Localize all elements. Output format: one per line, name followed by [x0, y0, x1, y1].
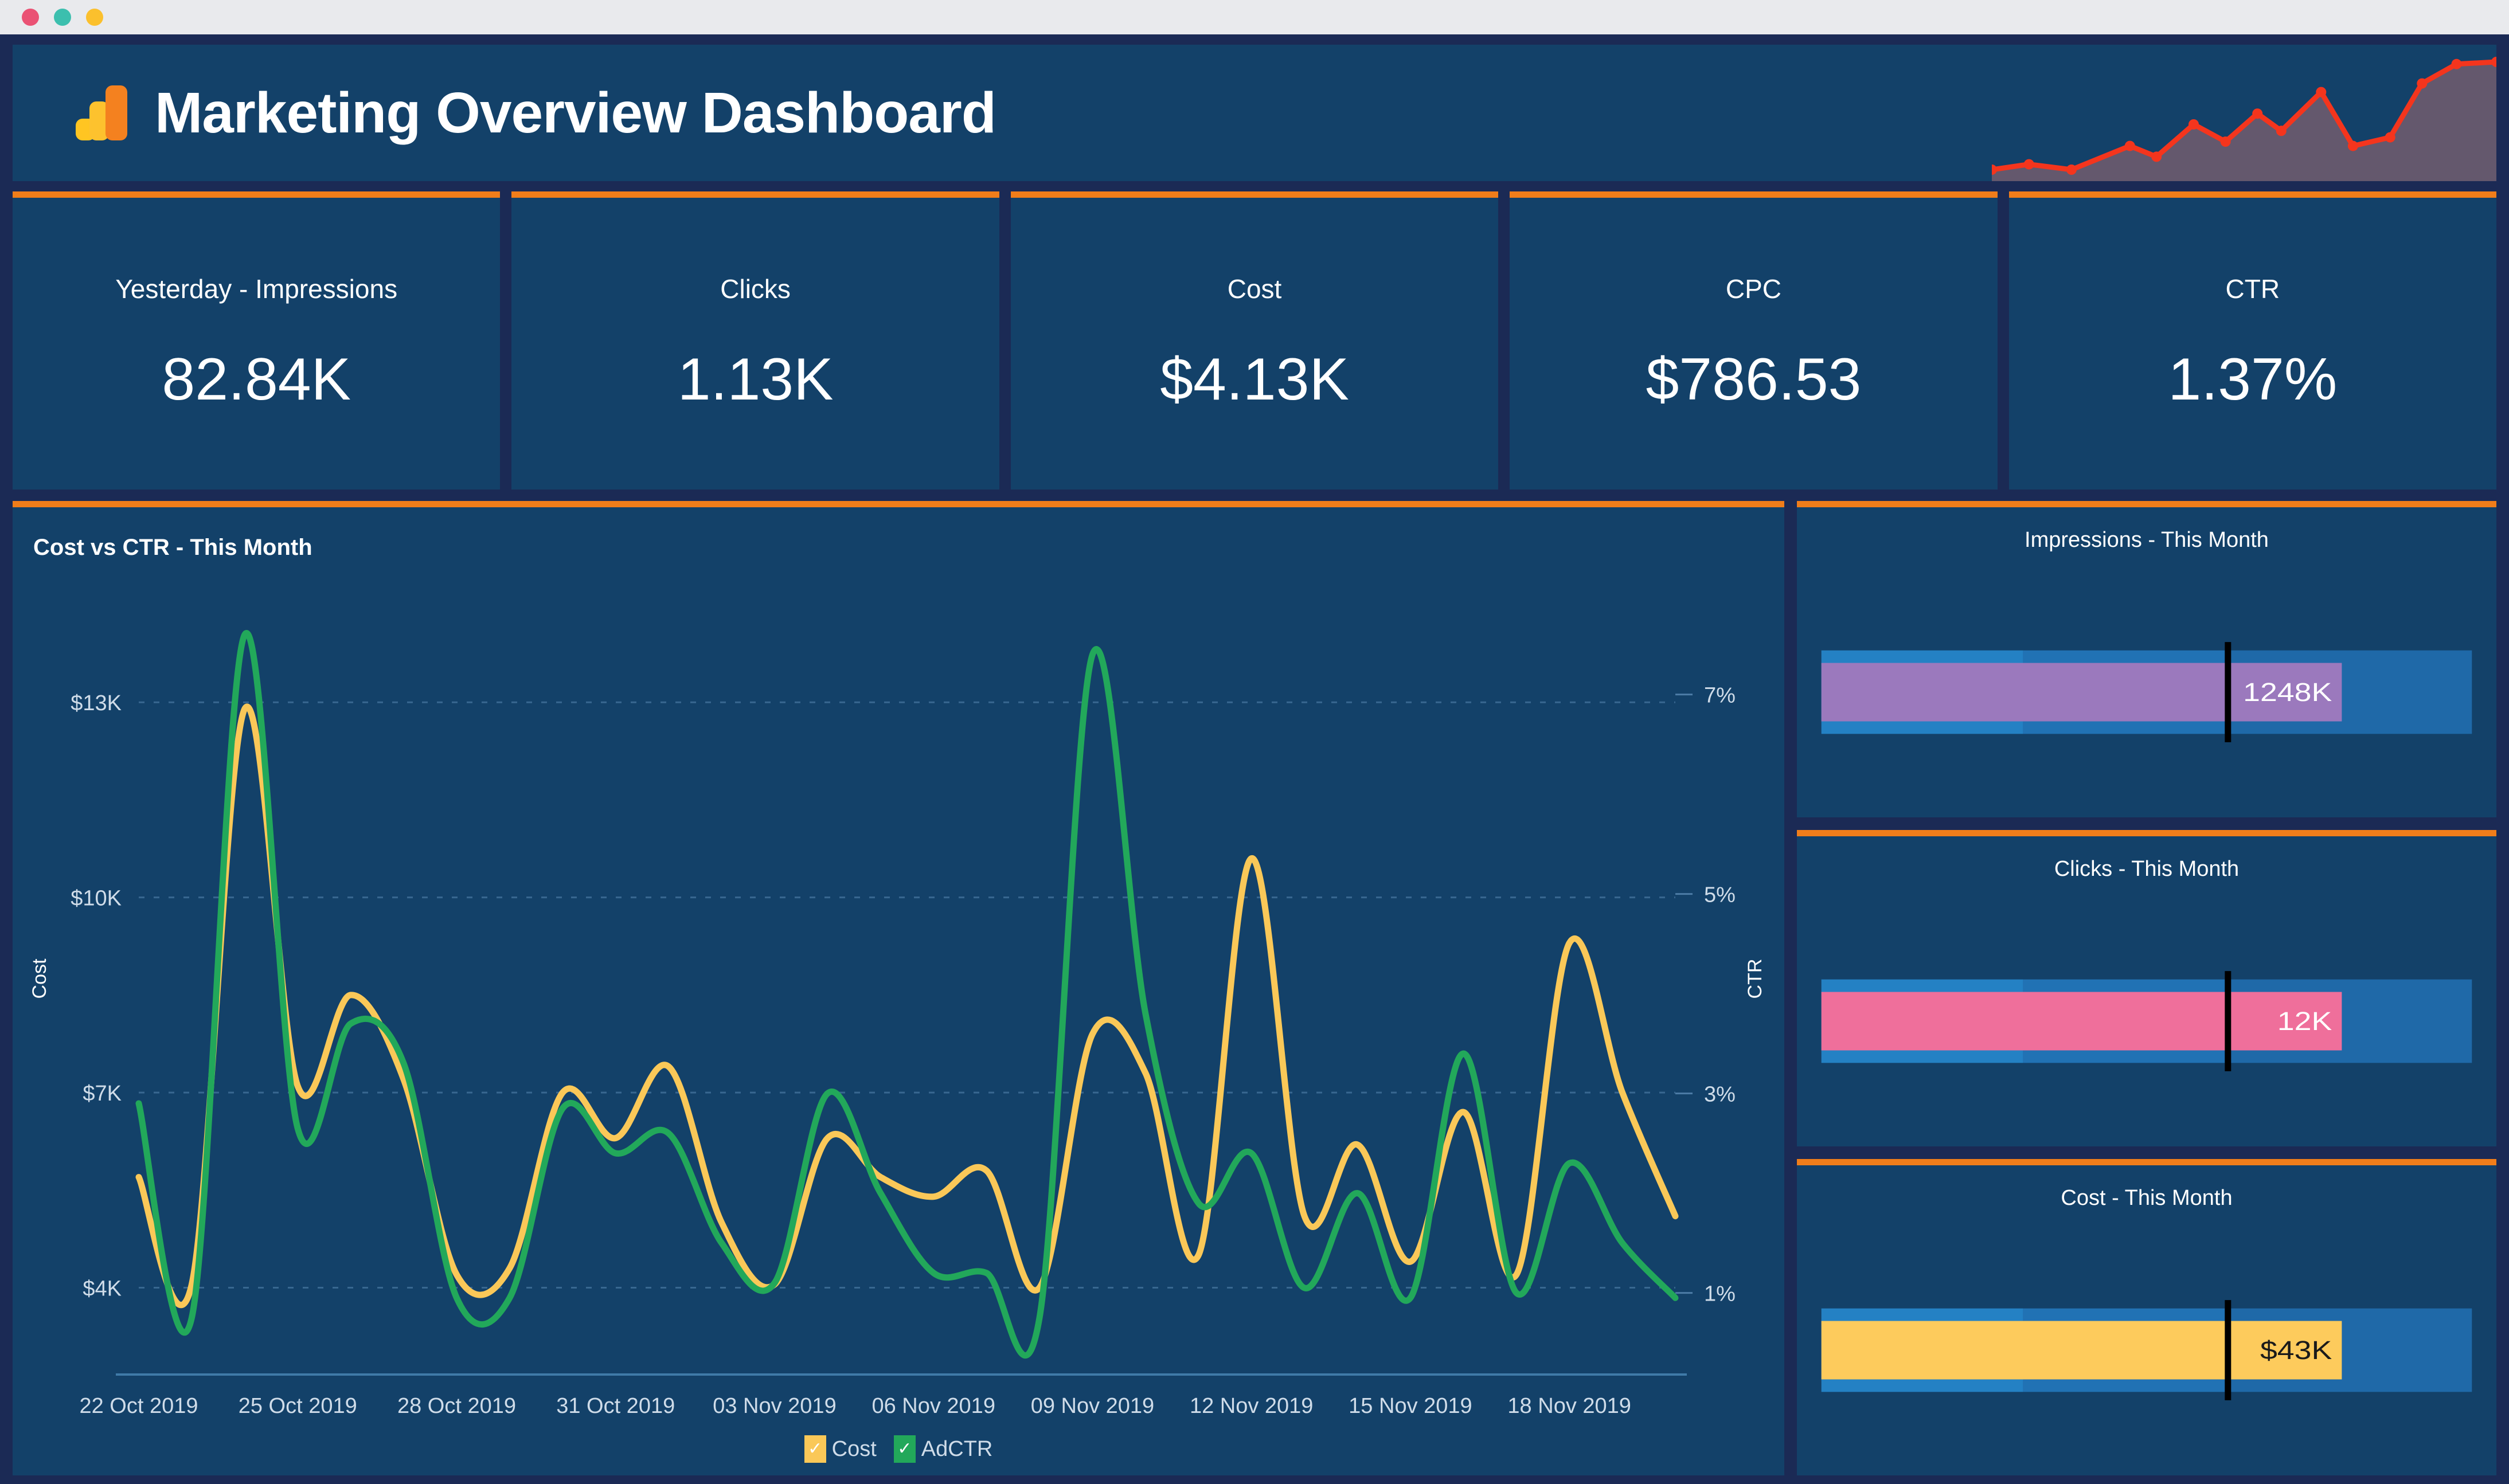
- bullet-card-impressions[interactable]: Impressions - This Month 1248K: [1797, 501, 2496, 817]
- svg-text:7%: 7%: [1704, 684, 1736, 708]
- bullet-chart-clicks: 12K: [1821, 971, 2472, 1071]
- svg-text:22 Oct 2019: 22 Oct 2019: [79, 1394, 198, 1418]
- line-chart-canvas: $4K $7K $10K $13K 1% 3% 5% 7% Cost CTR 22 Oct 2019…: [29, 630, 1766, 1418]
- chart-legend: ✓ Cost ✓ AdCTR: [13, 1435, 1784, 1463]
- kpi-value: $786.53: [1646, 346, 1862, 413]
- svg-text:09 Nov 2019: 09 Nov 2019: [1031, 1394, 1155, 1418]
- browser-chrome: [0, 0, 2509, 34]
- svg-text:$4K: $4K: [83, 1277, 122, 1301]
- svg-text:$10K: $10K: [71, 887, 122, 911]
- svg-text:03 Nov 2019: 03 Nov 2019: [713, 1394, 837, 1418]
- svg-text:06 Nov 2019: 06 Nov 2019: [871, 1394, 995, 1418]
- svg-text:28 Oct 2019: 28 Oct 2019: [397, 1394, 516, 1418]
- legend-item-cost[interactable]: ✓ Cost: [804, 1435, 877, 1463]
- dashboard-header: Marketing Overview Dashboard: [13, 45, 2496, 181]
- legend-checkbox-adctr[interactable]: ✓: [893, 1435, 916, 1463]
- close-dot[interactable]: [22, 9, 39, 26]
- kpi-label: CPC: [1725, 274, 1781, 304]
- dashboard-root: Marketing Overview Dashboard Yesterday -…: [0, 0, 2509, 1484]
- svg-text:$43K: $43K: [2260, 1336, 2332, 1365]
- svg-text:15 Nov 2019: 15 Nov 2019: [1349, 1394, 1472, 1418]
- kpi-label: Yesterday - Impressions: [115, 274, 398, 304]
- svg-text:$13K: $13K: [71, 691, 122, 715]
- legend-label-cost: Cost: [831, 1436, 877, 1461]
- page-title: Marketing Overview Dashboard: [155, 80, 996, 145]
- legend-item-adctr[interactable]: ✓ AdCTR: [893, 1435, 993, 1463]
- kpi-label: Cost: [1227, 274, 1282, 304]
- svg-text:$7K: $7K: [83, 1082, 122, 1106]
- svg-text:12K: 12K: [2277, 1007, 2332, 1036]
- legend-label-adctr: AdCTR: [921, 1436, 993, 1461]
- trend-sparkline: [1987, 45, 2496, 181]
- minimize-dot[interactable]: [54, 9, 71, 26]
- svg-text:Cost: Cost: [29, 958, 50, 999]
- bullet-chart-impressions: 1248K: [1821, 642, 2472, 742]
- bullet-card-cost[interactable]: Cost - This Month $43K: [1797, 1159, 2496, 1475]
- kpi-row: Yesterday - Impressions 82.84K Clicks 1.…: [13, 191, 2497, 490]
- kpi-label: Clicks: [720, 274, 791, 304]
- kpi-card-clicks[interactable]: Clicks 1.13K: [511, 191, 999, 490]
- kpi-value: 82.84K: [162, 346, 351, 413]
- svg-text:1%: 1%: [1704, 1282, 1736, 1306]
- svg-text:31 Oct 2019: 31 Oct 2019: [556, 1394, 675, 1418]
- svg-text:12 Nov 2019: 12 Nov 2019: [1190, 1394, 1314, 1418]
- bullet-charts-column: Impressions - This Month 1248K Clicks - …: [1797, 501, 2496, 1475]
- kpi-label: CTR: [2225, 274, 2280, 304]
- dashboard-page: Marketing Overview Dashboard Yesterday -…: [0, 34, 2509, 1484]
- svg-text:18 Nov 2019: 18 Nov 2019: [1507, 1394, 1631, 1418]
- svg-text:1248K: 1248K: [2243, 678, 2332, 707]
- svg-text:25 Oct 2019: 25 Oct 2019: [239, 1394, 357, 1418]
- kpi-value: 1.37%: [2168, 346, 2338, 413]
- kpi-card-impressions[interactable]: Yesterday - Impressions 82.84K: [13, 191, 501, 490]
- kpi-value: 1.13K: [677, 346, 834, 413]
- svg-text:3%: 3%: [1704, 1083, 1736, 1107]
- lower-grid: Cost vs CTR - This Month $4K $7K $10K $13K 1…: [13, 501, 2496, 1475]
- google-analytics-icon: [76, 85, 131, 140]
- legend-checkbox-cost[interactable]: ✓: [804, 1435, 826, 1463]
- svg-text:CTR: CTR: [1744, 959, 1766, 999]
- svg-text:5%: 5%: [1704, 883, 1736, 907]
- bullet-chart-cost: $43K: [1821, 1300, 2472, 1400]
- kpi-card-cost[interactable]: Cost $4.13K: [1010, 191, 1499, 490]
- maximize-dot[interactable]: [86, 9, 103, 26]
- bullet-card-clicks[interactable]: Clicks - This Month 12K: [1797, 830, 2496, 1146]
- cost-vs-ctr-chart-card[interactable]: Cost vs CTR - This Month $4K $7K $10K $13K 1…: [13, 501, 1784, 1475]
- kpi-card-ctr[interactable]: CTR 1.37%: [2008, 191, 2497, 490]
- kpi-value: $4.13K: [1160, 346, 1349, 413]
- kpi-card-cpc[interactable]: CPC $786.53: [1510, 191, 1998, 490]
